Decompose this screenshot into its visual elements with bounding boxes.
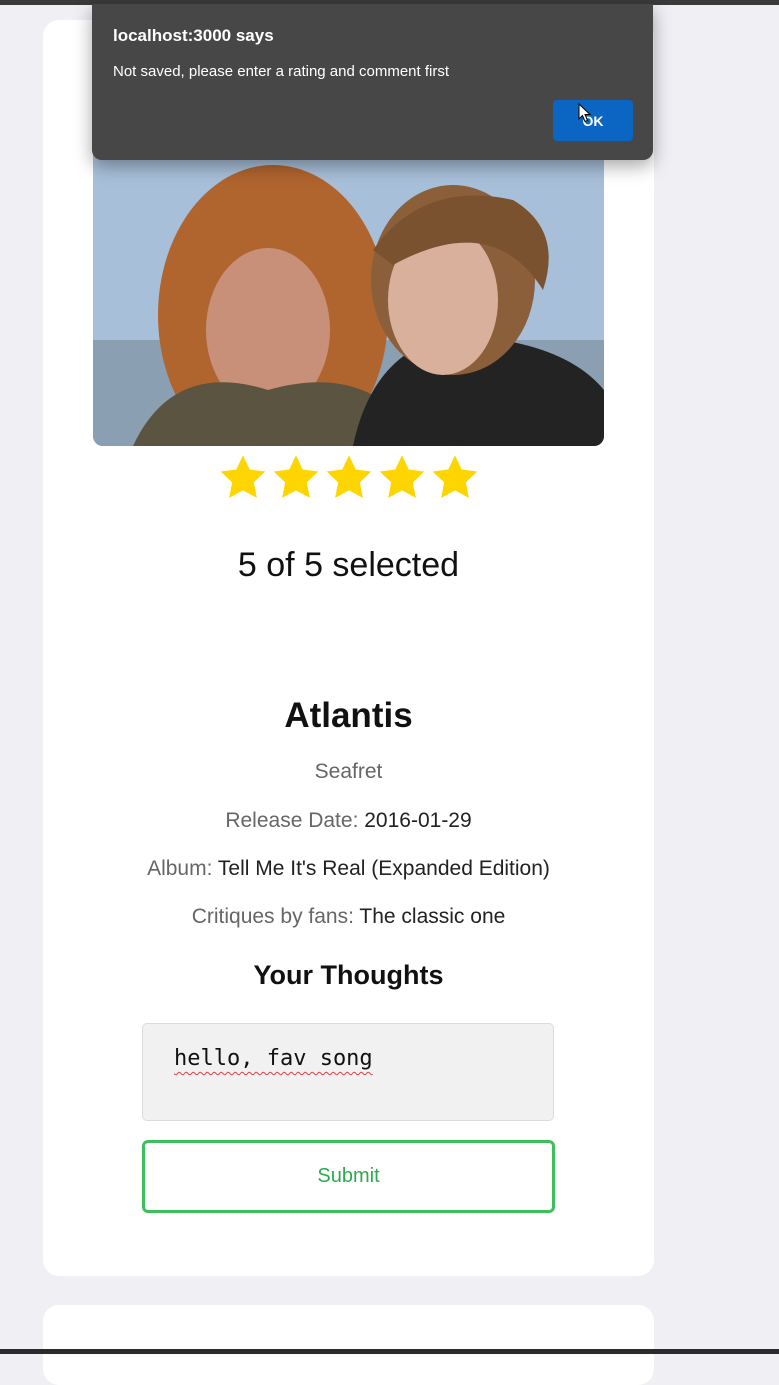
star-rating bbox=[43, 452, 654, 504]
critiques-value: The classic one bbox=[359, 905, 505, 928]
album-value: Tell Me It's Real (Expanded Edition) bbox=[218, 857, 550, 880]
your-thoughts-heading: Your Thoughts bbox=[43, 960, 654, 991]
alert-dialog: localhost:3000 says Not saved, please en… bbox=[92, 4, 653, 160]
star-icon[interactable] bbox=[323, 452, 375, 504]
dialog-message: Not saved, please enter a rating and com… bbox=[113, 63, 449, 80]
dialog-title: localhost:3000 says bbox=[113, 26, 274, 46]
critiques-line: Critiques by fans: The classic one bbox=[43, 905, 654, 929]
song-card: 5 of 5 selected Atlantis Seafret Release… bbox=[43, 20, 654, 1276]
comment-input[interactable] bbox=[142, 1023, 554, 1121]
artist-name: Seafret bbox=[43, 760, 654, 784]
star-icon[interactable] bbox=[429, 452, 481, 504]
release-date-value: 2016-01-29 bbox=[364, 809, 471, 832]
submit-button[interactable]: Submit bbox=[142, 1140, 555, 1213]
critiques-label: Critiques by fans: bbox=[192, 905, 354, 928]
song-title: Atlantis bbox=[43, 696, 654, 736]
star-icon[interactable] bbox=[270, 452, 322, 504]
dialog-ok-button[interactable]: OK bbox=[553, 100, 633, 141]
album-label: Album: bbox=[147, 857, 212, 880]
mouse-cursor-icon bbox=[578, 103, 592, 123]
star-icon[interactable] bbox=[376, 452, 428, 504]
release-date-label: Release Date: bbox=[225, 809, 358, 832]
album-line: Album: Tell Me It's Real (Expanded Editi… bbox=[43, 857, 654, 881]
browser-bottom-edge bbox=[0, 1349, 779, 1354]
star-icon[interactable] bbox=[217, 452, 269, 504]
release-date-line: Release Date: 2016-01-29 bbox=[43, 809, 654, 833]
album-cover-image bbox=[93, 140, 604, 446]
rating-selected-text: 5 of 5 selected bbox=[43, 546, 654, 585]
next-song-card bbox=[43, 1305, 654, 1385]
